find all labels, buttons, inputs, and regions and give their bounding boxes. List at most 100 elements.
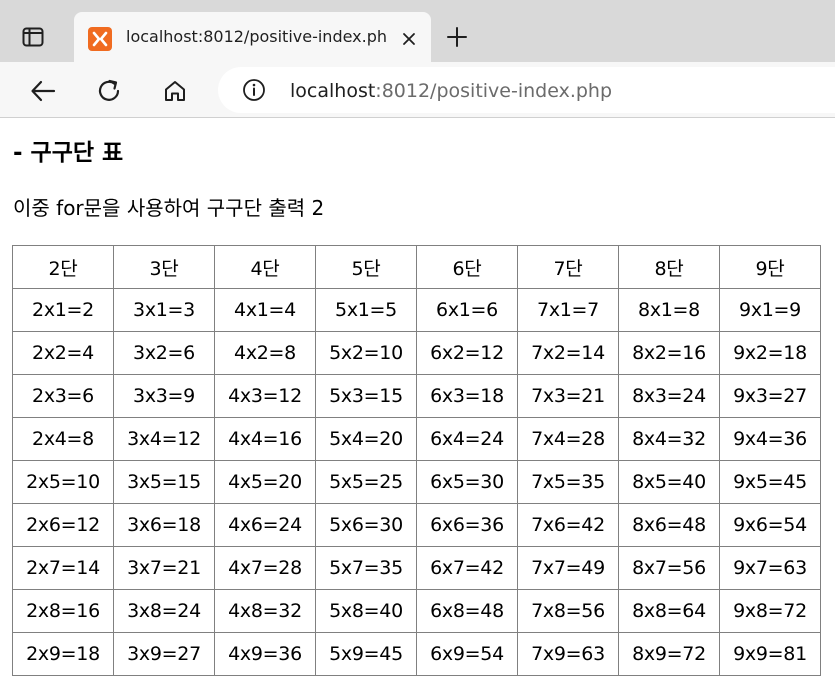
table-cell: 8x8=64 [618, 589, 720, 633]
table-header-cell: 7단 [517, 245, 619, 289]
browser-tab[interactable]: localhost:8012/positive-index.php [74, 12, 431, 62]
table-cell: 3x1=3 [113, 288, 215, 332]
browser-toolbar: localhost:8012/positive-index.php [0, 62, 835, 118]
table-row: 2x2=4 3x2=6 4x2=8 5x2=10 6x2=12 7x2=14 8x2=16 9… [12, 331, 821, 375]
table-cell: 6x3=18 [416, 374, 518, 418]
table-cell: 4x3=12 [214, 374, 316, 418]
table-cell: 7x5=35 [517, 460, 619, 504]
table-cell: 2x1=2 [12, 288, 114, 332]
table-row: 2x4=8 3x4=12 4x4=16 5x4=20 6x4=24 7x4=28 8x4=3… [12, 417, 821, 461]
table-cell: 3x3=9 [113, 374, 215, 418]
table-header-cell: 3단 [113, 245, 215, 289]
table-cell: 6x8=48 [416, 589, 518, 633]
table-cell: 7x3=21 [517, 374, 619, 418]
table-cell: 9x6=54 [719, 503, 821, 547]
table-cell: 8x3=24 [618, 374, 720, 418]
table-header-cell: 4단 [214, 245, 316, 289]
table-row: 2x7=14 3x7=21 4x7=28 5x7=35 6x7=42 7x7=49 8x7=… [12, 546, 821, 590]
back-arrow-icon[interactable] [26, 74, 60, 108]
table-cell: 9x8=72 [719, 589, 821, 633]
tab-bar: localhost:8012/positive-index.php [0, 0, 835, 62]
table-cell: 4x7=28 [214, 546, 316, 590]
table-cell: 3x9=27 [113, 632, 215, 676]
table-cell: 4x8=32 [214, 589, 316, 633]
table-cell: 4x4=16 [214, 417, 316, 461]
tab-actions-icon[interactable] [18, 22, 48, 52]
table-cell: 5x3=15 [315, 374, 417, 418]
table-cell: 4x2=8 [214, 331, 316, 375]
table-header-cell: 6단 [416, 245, 518, 289]
table-row: 2x9=18 3x9=27 4x9=36 5x9=45 6x9=54 7x9=63 8x9=… [12, 632, 821, 676]
table-cell: 4x9=36 [214, 632, 316, 676]
table-cell: 9x5=45 [719, 460, 821, 504]
table-cell: 2x3=6 [12, 374, 114, 418]
table-cell: 7x8=56 [517, 589, 619, 633]
table-cell: 2x2=4 [12, 331, 114, 375]
table-cell: 9x1=9 [719, 288, 821, 332]
url-host: localhost [290, 80, 376, 102]
table-row: 2x3=6 3x3=9 4x3=12 5x3=15 6x3=18 7x3=21 8x3=24… [12, 374, 821, 418]
table-cell: 8x9=72 [618, 632, 720, 676]
table-cell: 2x5=10 [12, 460, 114, 504]
table-cell: 5x7=35 [315, 546, 417, 590]
table-cell: 5x8=40 [315, 589, 417, 633]
table-cell: 6x4=24 [416, 417, 518, 461]
table-cell: 7x9=63 [517, 632, 619, 676]
table-cell: 9x7=63 [719, 546, 821, 590]
table-cell: 6x5=30 [416, 460, 518, 504]
page-heading: - 구구단 표 [13, 140, 124, 166]
close-icon[interactable] [396, 26, 422, 52]
table-cell: 4x1=4 [214, 288, 316, 332]
table-cell: 8x1=8 [618, 288, 720, 332]
home-icon[interactable] [158, 74, 192, 108]
table-cell: 9x9=81 [719, 632, 821, 676]
table-cell: 8x7=56 [618, 546, 720, 590]
table-cell: 2x4=8 [12, 417, 114, 461]
reload-icon[interactable] [92, 74, 126, 108]
table-cell: 8x2=16 [618, 331, 720, 375]
table-cell: 3x6=18 [113, 503, 215, 547]
table-cell: 6x6=36 [416, 503, 518, 547]
table-cell: 8x6=48 [618, 503, 720, 547]
info-icon[interactable] [242, 78, 266, 102]
url-text: localhost:8012/positive-index.php [290, 80, 612, 102]
table-cell: 7x6=42 [517, 503, 619, 547]
table-row: 2x1=2 3x1=3 4x1=4 5x1=5 6x1=6 7x1=7 8x1=8 9x1=9 [12, 288, 821, 332]
table-cell: 2x7=14 [12, 546, 114, 590]
table-cell: 3x8=24 [113, 589, 215, 633]
table-cell: 5x1=5 [315, 288, 417, 332]
table-row: 2x6=12 3x6=18 4x6=24 5x6=30 6x6=36 7x6=42 8x6=… [12, 503, 821, 547]
table-cell: 3x5=15 [113, 460, 215, 504]
table-cell: 7x4=28 [517, 417, 619, 461]
table-cell: 6x7=42 [416, 546, 518, 590]
table-row: 2x5=10 3x5=15 4x5=20 5x5=25 6x5=30 7x5=35 8x5=… [12, 460, 821, 504]
plus-icon[interactable] [443, 23, 471, 51]
table-header-cell: 8단 [618, 245, 720, 289]
table-cell: 2x9=18 [12, 632, 114, 676]
multiplication-table: 2단 3단 4단 5단 6단 7단 8단 9단 2x1=2 3x1=3 4x1=4 5… [12, 245, 821, 676]
table-cell: 4x5=20 [214, 460, 316, 504]
xampp-favicon-icon [88, 27, 112, 51]
table-cell: 6x1=6 [416, 288, 518, 332]
table-cell: 3x2=6 [113, 331, 215, 375]
table-cell: 8x4=32 [618, 417, 720, 461]
table-cell: 5x6=30 [315, 503, 417, 547]
table-cell: 3x7=21 [113, 546, 215, 590]
table-cell: 9x4=36 [719, 417, 821, 461]
table-body: 2x1=2 3x1=3 4x1=4 5x1=5 6x1=6 7x1=7 8x1=8 9x1=9… [12, 288, 821, 676]
table-row: 2x8=16 3x8=24 4x8=32 5x8=40 6x8=48 7x8=56 8x8=… [12, 589, 821, 633]
table-cell: 9x3=27 [719, 374, 821, 418]
table-header-cell: 9단 [719, 245, 821, 289]
table-cell: 6x2=12 [416, 331, 518, 375]
table-cell: 2x6=12 [12, 503, 114, 547]
table-header-cell: 2단 [12, 245, 114, 289]
table-cell: 5x9=45 [315, 632, 417, 676]
table-header-row: 2단 3단 4단 5단 6단 7단 8단 9단 [12, 245, 821, 289]
table-header-cell: 5단 [315, 245, 417, 289]
table-cell: 5x4=20 [315, 417, 417, 461]
table-cell: 4x6=24 [214, 503, 316, 547]
tab-title: localhost:8012/positive-index.php [126, 27, 388, 46]
page-content: - 구구단 표 이중 for문을 사용하여 구구단 출력 2 2단 3단 4단 … [0, 119, 835, 685]
address-bar[interactable]: localhost:8012/positive-index.php [218, 67, 835, 113]
table-cell: 6x9=54 [416, 632, 518, 676]
